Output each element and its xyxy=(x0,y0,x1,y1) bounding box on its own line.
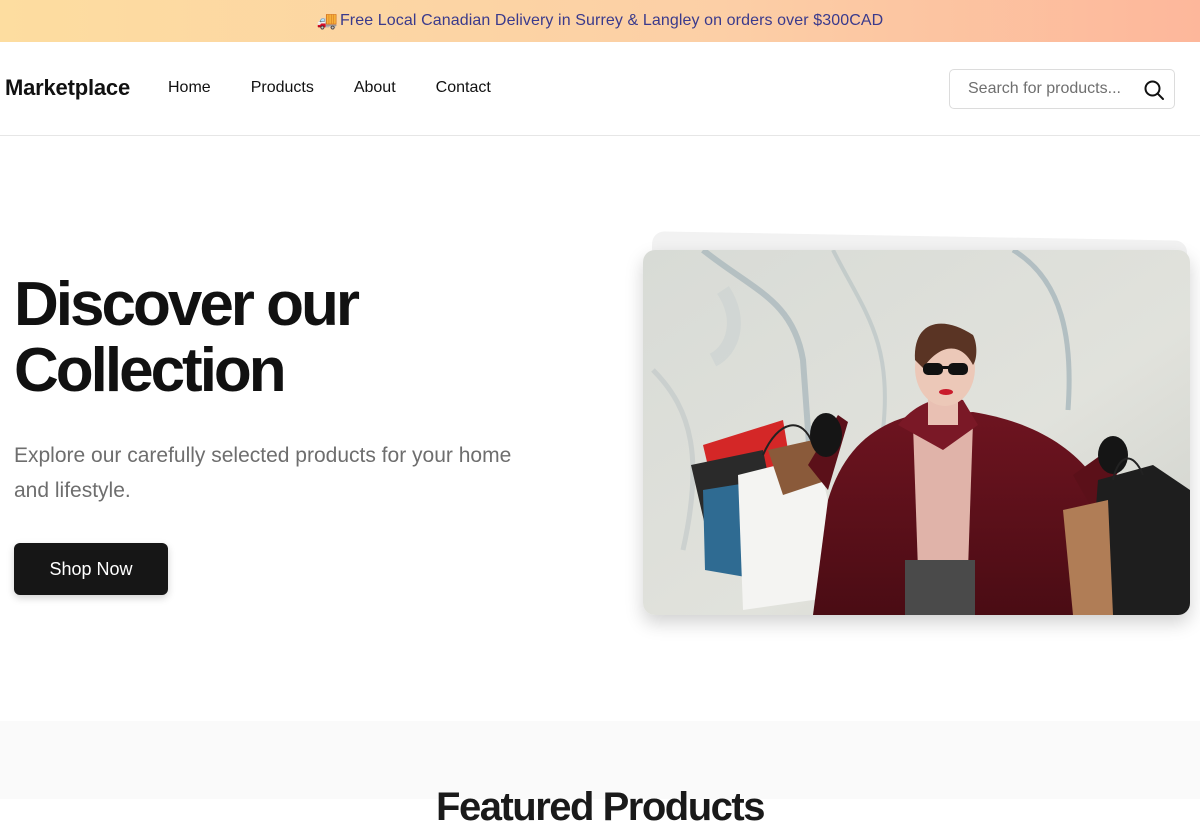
site-logo[interactable]: Marketplace xyxy=(5,75,130,101)
nav-link-about[interactable]: About xyxy=(354,79,396,97)
promo-banner: 🚚 Free Local Canadian Delivery in Surrey… xyxy=(0,0,1200,42)
delivery-truck-icon: 🚚 xyxy=(316,11,338,30)
hero-title-line-1: Discover our xyxy=(14,270,360,339)
hero-subtitle: Explore our carefully selected products … xyxy=(14,444,512,502)
woman-with-shopping-bags-photo xyxy=(643,250,1190,615)
search-input[interactable] xyxy=(968,80,1148,98)
featured-section: Featured Products xyxy=(0,721,1200,829)
featured-section-heading: Featured Products xyxy=(436,785,765,829)
site-header: Marketplace Home Products About Contact xyxy=(0,42,1200,136)
main-nav: Home Products About Contact xyxy=(168,79,531,97)
shop-now-button[interactable]: Shop Now xyxy=(14,543,168,595)
hero-image xyxy=(643,250,1190,615)
hero-title: Discover our Collection xyxy=(14,272,574,404)
search-box xyxy=(949,69,1175,109)
search-icon[interactable] xyxy=(1143,79,1165,101)
hero-title-line-2: Collection xyxy=(14,336,287,405)
nav-link-contact[interactable]: Contact xyxy=(436,79,491,97)
nav-link-home[interactable]: Home xyxy=(168,79,211,97)
nav-link-products[interactable]: Products xyxy=(251,79,314,97)
promo-banner-text: Free Local Canadian Delivery in Surrey &… xyxy=(339,12,884,29)
